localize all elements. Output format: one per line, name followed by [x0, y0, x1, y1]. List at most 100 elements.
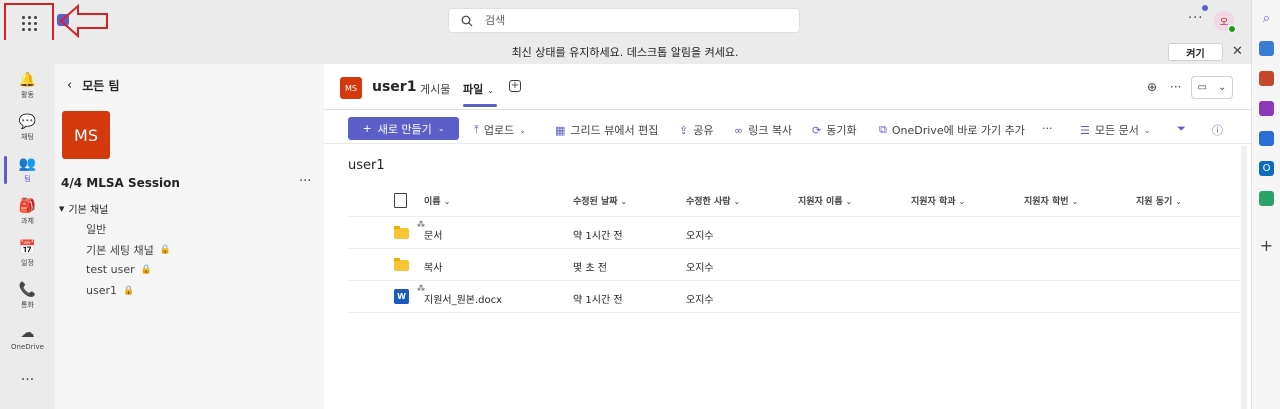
- share-label: 공유: [693, 124, 714, 137]
- app-launcher-button[interactable]: [4, 3, 54, 44]
- sync-button[interactable]: ⟳ 동기화: [812, 122, 857, 138]
- rail-item-label: 과제: [21, 217, 34, 225]
- team-more-icon[interactable]: ···: [299, 174, 311, 189]
- share-button[interactable]: ⇪ 공유: [679, 122, 713, 138]
- table-header-row: 이름 ⌄ 수정된 날짜 ⌄ 수정한 사람 ⌄ 지원자 이름 ⌄ 지원자 학과 ⌄ 지원자 …: [348, 184, 1240, 217]
- avatar[interactable]: 오: [1214, 11, 1236, 33]
- outlook-icon[interactable]: O: [1259, 161, 1274, 176]
- back-to-all-teams[interactable]: ‹ 모든 팀: [67, 77, 120, 94]
- view-options-button[interactable]: ☰ 모든 문서 ⌄: [1080, 122, 1151, 138]
- view-label: 모든 문서: [1094, 124, 1139, 137]
- chevron-left-icon: ‹: [67, 78, 73, 93]
- link-icon: ∞: [734, 123, 744, 137]
- column-header-applicant-id[interactable]: 지원자 학번 ⌄: [1024, 194, 1078, 207]
- channel-avatar: MS: [340, 77, 362, 99]
- rail-item-onedrive[interactable]: ☁ OneDrive: [0, 318, 55, 358]
- search-box[interactable]: [448, 8, 800, 33]
- rail-item-calendar[interactable]: 📅 일정: [0, 234, 55, 274]
- active-tab-indicator: [463, 104, 497, 107]
- column-header-motivation[interactable]: 지원 동기 ⌄: [1136, 194, 1182, 207]
- chevron-down-icon: ⌄: [519, 125, 526, 135]
- phone-icon: 📞: [18, 282, 37, 298]
- folder-breadcrumb: user1: [348, 158, 385, 173]
- more-apps-icon[interactable]: ···: [0, 372, 55, 388]
- assignments-icon: 🎒: [18, 198, 37, 214]
- toolbar-more-icon[interactable]: ···: [1042, 122, 1053, 135]
- channel-item-basic-setting[interactable]: 기본 세팅 채널 🔒: [86, 242, 171, 258]
- modified-by: 오지수: [686, 231, 714, 242]
- channel-label: test user: [86, 263, 135, 276]
- header-more-icon[interactable]: ···: [1170, 80, 1181, 94]
- presence-available-icon: [1228, 25, 1236, 33]
- enable-notifications-button[interactable]: 켜기: [1168, 43, 1223, 61]
- channel-item-user1[interactable]: user1 🔒: [86, 284, 134, 297]
- rail-item-chat[interactable]: 💬 채팅: [0, 108, 55, 148]
- tab-files[interactable]: 파일 ⌄: [463, 81, 494, 97]
- rail-item-calls[interactable]: 📞 통화: [0, 276, 55, 316]
- table-row[interactable]: ⁂ 문서 약 1시간 전 오지수: [348, 217, 1240, 249]
- file-table: 이름 ⌄ 수정된 날짜 ⌄ 수정한 사람 ⌄ 지원자 이름 ⌄ 지원자 학과 ⌄ 지원자 …: [348, 184, 1240, 313]
- column-header-modified-by[interactable]: 수정한 사람 ⌄: [686, 194, 740, 207]
- tag-app-icon[interactable]: [1259, 41, 1274, 56]
- search-icon[interactable]: ⌕: [1259, 11, 1274, 26]
- channel-label: 기본 세팅 채널: [86, 244, 154, 257]
- folder-icon: [394, 226, 409, 239]
- notification-banner: 최신 상태를 유지하세요. 데스크톱 알림을 켜세요. 켜기 ✕: [0, 40, 1250, 64]
- file-name[interactable]: 복사: [424, 259, 442, 274]
- video-camera-icon: ▭: [1197, 82, 1207, 93]
- modified-date: 약 1시간 전: [573, 295, 623, 306]
- loop-app-icon[interactable]: [1259, 131, 1274, 146]
- onedrive-shortcut-button[interactable]: ⧉ OneDrive에 바로 가기 추가: [879, 122, 1025, 138]
- chevron-down-icon: ⌄: [1143, 125, 1151, 135]
- add-app-icon[interactable]: +: [1259, 236, 1274, 255]
- filter-icon[interactable]: ⏷: [1177, 122, 1186, 136]
- table-row[interactable]: 복사 몇 초 전 오지수: [348, 249, 1240, 281]
- close-icon[interactable]: ✕: [1232, 44, 1243, 59]
- modified-date: 몇 초 전: [573, 263, 607, 274]
- briefcase-app-icon[interactable]: [1259, 71, 1274, 86]
- modified-by: 오지수: [686, 295, 714, 306]
- file-name[interactable]: 지원서_원본.docx: [424, 291, 502, 306]
- private-channel-icon: 🔒: [140, 264, 152, 275]
- channel-content: MS user1 게시물 파일 ⌄ + ⊕ ··· ▭ ⌄ + 새로 만들기 ⌄…: [324, 64, 1251, 409]
- folder-icon: [394, 258, 409, 271]
- column-header-name[interactable]: 이름 ⌄: [424, 194, 450, 207]
- rail-item-activity[interactable]: 🔔 활동: [0, 66, 55, 106]
- grid-edit-button[interactable]: ▦ 그리드 뷰에서 편집: [555, 122, 658, 138]
- rail-item-assignments[interactable]: 🎒 과제: [0, 192, 55, 232]
- scrollbar[interactable]: [1241, 146, 1247, 409]
- channel-label: 일반: [86, 223, 107, 236]
- column-header-modified[interactable]: 수정된 날짜 ⌄: [573, 194, 627, 207]
- new-button[interactable]: + 새로 만들기 ⌄: [348, 117, 459, 140]
- rail-item-label: 통화: [21, 301, 34, 309]
- plus-icon: +: [362, 122, 372, 135]
- column-label: 이름: [424, 197, 441, 207]
- table-row[interactable]: W ⁂ 지원서_원본.docx 약 1시간 전 오지수: [348, 281, 1240, 313]
- channel-item-test-user[interactable]: test user 🔒: [86, 263, 152, 276]
- onedrive-shortcut-label: OneDrive에 바로 가기 추가: [891, 124, 1025, 137]
- column-header-applicant-name[interactable]: 지원자 이름 ⌄: [798, 194, 852, 207]
- info-icon[interactable]: ⓘ: [1212, 122, 1223, 138]
- rail-item-teams[interactable]: 👥 팀: [0, 150, 55, 190]
- shortcut-icon: ⧉: [879, 123, 887, 136]
- private-channel-icon: 🔒: [123, 285, 135, 296]
- grid-icon: ▦: [555, 123, 566, 137]
- copy-link-button[interactable]: ∞ 링크 복사: [734, 122, 792, 138]
- bell-icon: 🔔: [18, 72, 37, 88]
- channel-item-general[interactable]: 일반: [86, 221, 106, 237]
- file-name[interactable]: 문서: [424, 227, 442, 242]
- person-app-icon[interactable]: [1259, 101, 1274, 116]
- channel-header: MS user1 게시물 파일 ⌄ + ⊕ ··· ▭ ⌄: [324, 64, 1251, 110]
- grid-edit-label: 그리드 뷰에서 편집: [570, 124, 659, 137]
- add-tab-button[interactable]: +: [509, 80, 521, 92]
- copy-link-label: 링크 복사: [748, 124, 793, 137]
- channel-section-header[interactable]: ▼ 기본 채널: [59, 201, 108, 217]
- send-app-icon[interactable]: [1259, 191, 1274, 206]
- tab-posts[interactable]: 게시물: [420, 81, 450, 97]
- search-input[interactable]: [485, 14, 765, 27]
- apps-bag-icon[interactable]: ⊕: [1147, 80, 1157, 94]
- column-header-applicant-major[interactable]: 지원자 학과 ⌄: [911, 194, 965, 207]
- upload-button[interactable]: ⤒ 업로드 ⌄: [474, 122, 526, 138]
- meet-button[interactable]: ▭ ⌄: [1191, 76, 1233, 99]
- more-options-icon[interactable]: ···: [1188, 11, 1203, 26]
